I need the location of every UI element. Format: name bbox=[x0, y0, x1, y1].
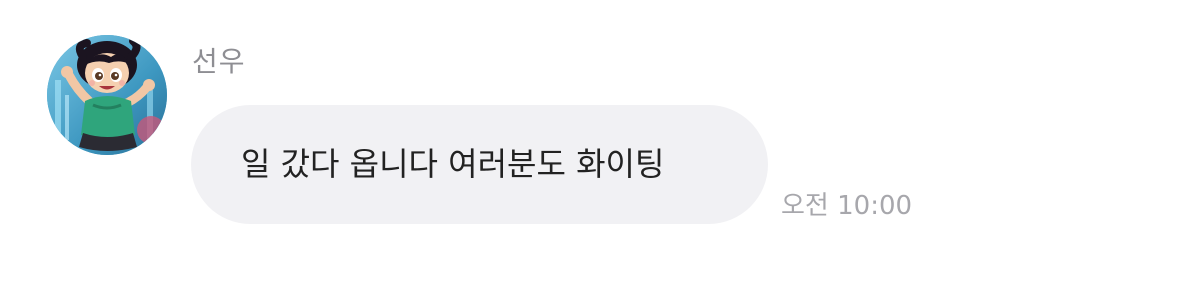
message-bubble[interactable]: 일 갔다 옵니다 여러분도 화이팅 bbox=[191, 105, 768, 224]
message-text: 일 갔다 옵니다 여러분도 화이팅 bbox=[241, 145, 665, 183]
chat-message-row: 선우 일 갔다 옵니다 여러분도 화이팅 오전 10:00 bbox=[0, 0, 1178, 283]
message-timestamp: 오전 10:00 bbox=[781, 191, 913, 221]
cartoon-girl-avatar-icon bbox=[47, 35, 167, 155]
sender-name: 선우 bbox=[192, 45, 246, 78]
avatar[interactable] bbox=[47, 35, 167, 155]
